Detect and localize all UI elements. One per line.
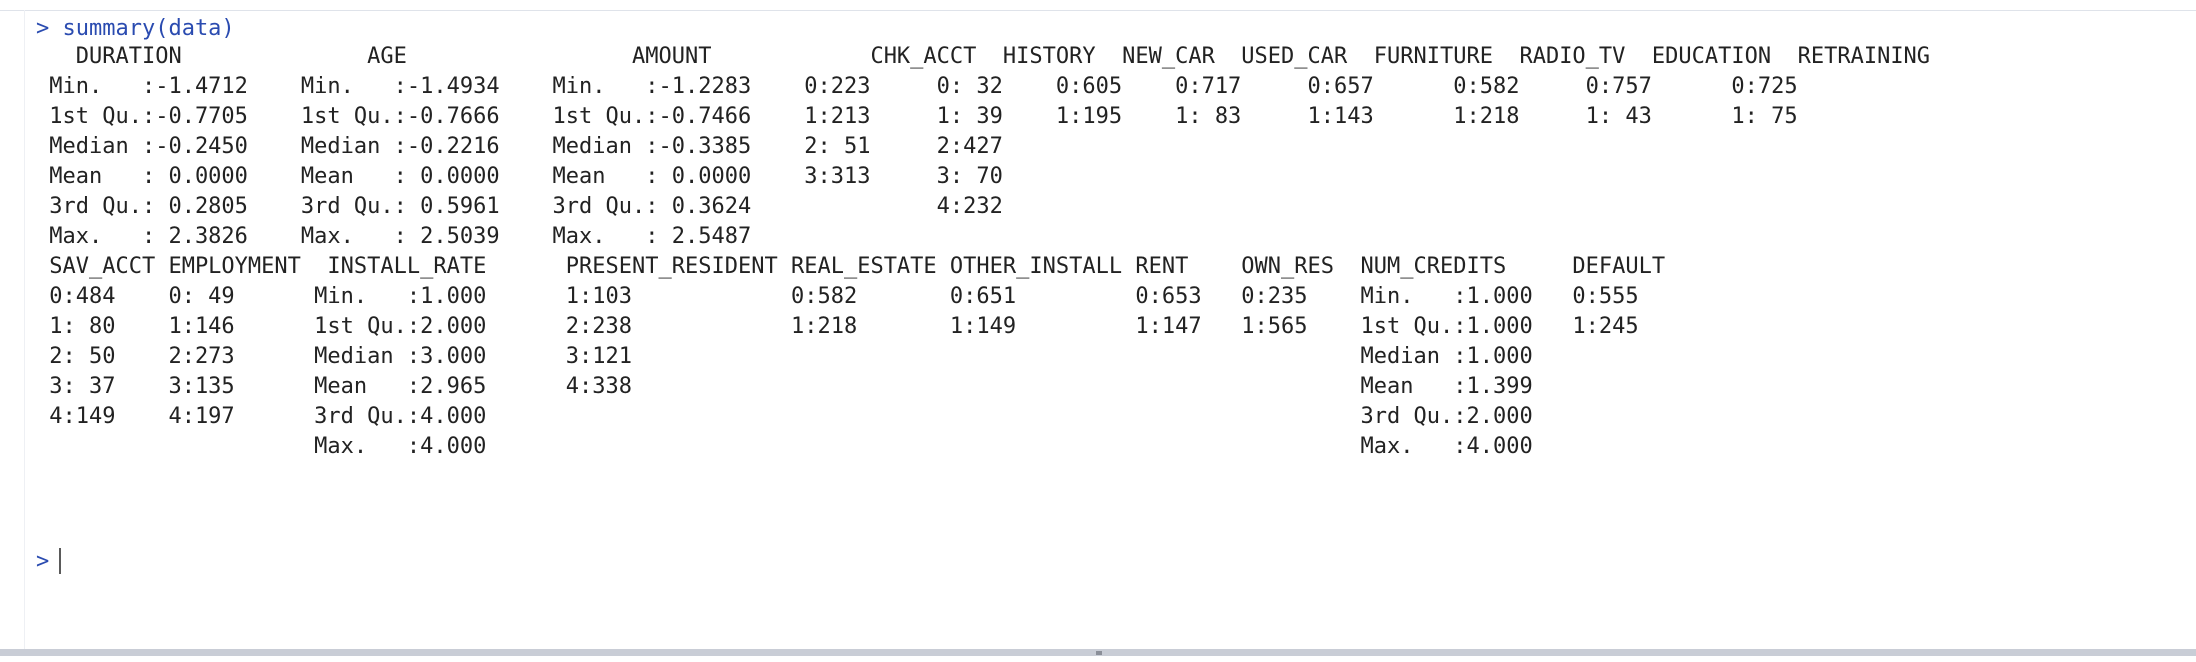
console-left-border xyxy=(24,10,25,650)
resize-handle[interactable] xyxy=(1096,651,1102,655)
output-line: SAV_ACCT EMPLOYMENT INSTALL_RATE PRESENT… xyxy=(36,254,1666,279)
output-line: 4:149 4:197 3rd Qu.:4.000 3rd Qu.:2.000 xyxy=(36,404,1533,429)
prompt-symbol: > xyxy=(36,548,50,574)
output-line: 1: 80 1:146 1st Qu.:2.000 2:238 1:218 1:… xyxy=(36,314,1639,339)
output-line: 3: 37 3:135 Mean :2.965 4:338 Mean :1.39… xyxy=(36,374,1533,399)
command-line: > summary(data) xyxy=(36,16,235,41)
output-line: Max. : 2.3826 Max. : 2.5039 Max. : 2.548… xyxy=(36,224,752,249)
output-line: Min. :-1.4712 Min. :-1.4934 Min. :-1.228… xyxy=(36,74,1798,99)
output-line: Max. :4.000 Max. :4.000 xyxy=(36,434,1533,459)
output-line: Median :-0.2450 Median :-0.2216 Median :… xyxy=(36,134,1003,159)
text-cursor xyxy=(59,548,62,574)
console-input-line[interactable]: > xyxy=(36,546,62,576)
console-top-border xyxy=(0,10,2196,11)
output-line: DURATION AGE AMOUNT CHK_ACCT HISTORY NEW… xyxy=(36,44,1931,69)
output-line: 3rd Qu.: 0.2805 3rd Qu.: 0.5961 3rd Qu.:… xyxy=(36,194,1003,219)
output-line: Mean : 0.0000 Mean : 0.0000 Mean : 0.000… xyxy=(36,164,1003,189)
output-line: 2: 50 2:273 Median :3.000 3:121 Median :… xyxy=(36,344,1533,369)
output-line: 0:484 0: 49 Min. :1.000 1:103 0:582 0:65… xyxy=(36,284,1639,309)
output-line: 1st Qu.:-0.7705 1st Qu.:-0.7666 1st Qu.:… xyxy=(36,104,1798,129)
r-console[interactable]: > summary(data) DURATION AGE AMOUNT CHK_… xyxy=(26,14,2190,650)
